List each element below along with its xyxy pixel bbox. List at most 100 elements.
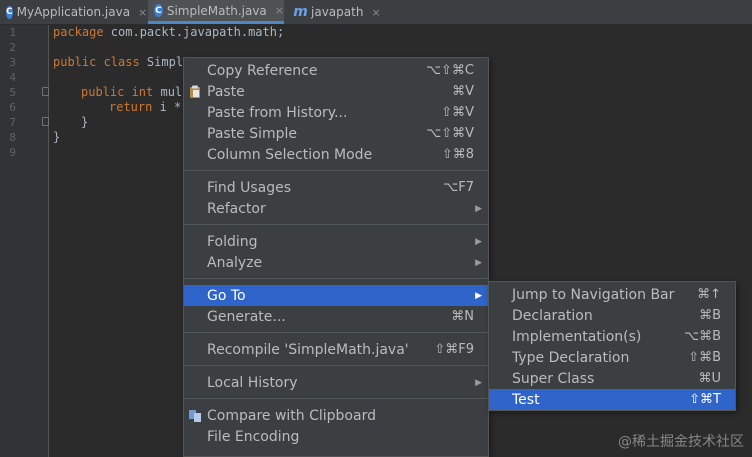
java-class-icon: C bbox=[6, 5, 13, 19]
code-line-6[interactable]: return i * bbox=[109, 100, 181, 114]
menu-item-shortcut: ⌘V bbox=[452, 84, 474, 99]
menu-item-shortcut: ⌘U bbox=[698, 371, 721, 386]
menu-item-refactor[interactable]: Refactor ▶ bbox=[184, 198, 488, 219]
submenu-item-declaration[interactable]: Declaration ⌘B bbox=[489, 305, 735, 326]
menu-separator bbox=[184, 224, 488, 225]
menu-item-label: Analyze bbox=[207, 254, 263, 271]
menu-item-recompile[interactable]: Recompile 'SimpleMath.java' ⇧⌘F9 bbox=[184, 339, 488, 360]
menu-item-label: Paste from History... bbox=[207, 104, 348, 121]
submenu-item-implementations[interactable]: Implementation(s) ⌥⌘B bbox=[489, 326, 735, 347]
menu-item-shortcut: ⇧⌘B bbox=[688, 350, 721, 365]
java-class-icon: C bbox=[154, 4, 163, 17]
code-text: i * bbox=[152, 100, 182, 114]
menu-separator bbox=[184, 398, 488, 399]
menu-item-label: Compare with Clipboard bbox=[207, 407, 376, 424]
menu-item-compare-with-clipboard[interactable]: Compare with Clipboard bbox=[184, 405, 488, 426]
menu-item-shortcut: ⌥F7 bbox=[443, 180, 474, 195]
menu-separator bbox=[184, 278, 488, 279]
menu-item-shortcut: ⌘↑ bbox=[697, 287, 721, 302]
menu-item-label: Paste Simple bbox=[207, 125, 298, 142]
menu-item-find-usages[interactable]: Find Usages ⌥F7 bbox=[184, 177, 488, 198]
close-icon[interactable]: × bbox=[371, 6, 380, 19]
menu-item-label: Local History bbox=[207, 374, 298, 391]
menu-item-label: Test bbox=[512, 391, 540, 408]
tab-simplemath[interactable]: C SimpleMath.java × bbox=[148, 0, 284, 24]
menu-item-label: Implementation(s) bbox=[512, 328, 642, 345]
menu-item-label: Paste bbox=[207, 83, 245, 100]
menu-item-file-encoding[interactable]: File Encoding bbox=[184, 426, 488, 447]
close-icon[interactable]: × bbox=[138, 6, 147, 19]
tab-label: javapath bbox=[311, 5, 364, 19]
fold-marker-icon[interactable] bbox=[42, 117, 49, 126]
line-number: 8 bbox=[9, 131, 16, 144]
menu-item-paste-simple[interactable]: Paste Simple ⌥⇧⌘V bbox=[184, 123, 488, 144]
menu-item-label: Type Declaration bbox=[512, 349, 630, 366]
code-line-3[interactable]: public class Simple bbox=[53, 55, 190, 69]
menu-item-paste-from-history[interactable]: Paste from History... ⇧⌘V bbox=[184, 102, 488, 123]
menu-item-label: Copy Reference bbox=[207, 62, 318, 79]
menu-item-analyze[interactable]: Analyze ▶ bbox=[184, 252, 488, 273]
menu-item-copy-reference[interactable]: Copy Reference ⌥⇧⌘C bbox=[184, 60, 488, 81]
menu-separator bbox=[184, 332, 488, 333]
menu-item-column-selection-mode[interactable]: Column Selection Mode ⇧⌘8 bbox=[184, 144, 488, 165]
menu-separator bbox=[184, 365, 488, 366]
menu-item-label: Refactor bbox=[207, 200, 266, 217]
submenu-arrow-icon: ▶ bbox=[475, 236, 482, 247]
tab-myapplication[interactable]: C MyApplication.java × bbox=[0, 0, 147, 24]
submenu-arrow-icon: ▶ bbox=[475, 290, 482, 301]
code-keyword: public class bbox=[53, 55, 140, 69]
line-number: 6 bbox=[9, 101, 16, 114]
compare-icon bbox=[188, 409, 202, 423]
menu-item-shortcut: ⇧⌘T bbox=[689, 392, 721, 407]
code-keyword: public int bbox=[81, 85, 154, 99]
submenu-arrow-icon: ▶ bbox=[475, 377, 482, 388]
line-number: 3 bbox=[9, 56, 16, 69]
menu-item-shortcut: ⇧⌘F9 bbox=[434, 342, 474, 357]
line-number: 9 bbox=[9, 146, 16, 159]
submenu-item-test[interactable]: Test ⇧⌘T bbox=[489, 389, 735, 410]
editor-gutter: 1 2 3 4 5 6 7 8 9 bbox=[0, 25, 49, 457]
submenu-item-type-declaration[interactable]: Type Declaration ⇧⌘B bbox=[489, 347, 735, 368]
watermark: @稀土掘金技术社区 bbox=[618, 434, 744, 450]
line-number: 5 bbox=[9, 86, 16, 99]
menu-item-label: Declaration bbox=[512, 307, 593, 324]
menu-item-label: File Encoding bbox=[207, 428, 300, 445]
code-line-7[interactable]: } bbox=[81, 115, 88, 129]
close-icon[interactable]: × bbox=[275, 4, 284, 17]
code-line-1[interactable]: package com.packt.javapath.math; bbox=[53, 25, 284, 39]
menu-item-shortcut: ⇧⌘V bbox=[441, 105, 474, 120]
submenu-arrow-icon: ▶ bbox=[475, 257, 482, 268]
menu-item-shortcut: ⇧⌘8 bbox=[441, 147, 474, 162]
menu-item-local-history[interactable]: Local History ▶ bbox=[184, 372, 488, 393]
code-line-5[interactable]: public int mult bbox=[81, 85, 189, 99]
code-text: com.packt.javapath.math; bbox=[103, 25, 285, 39]
menu-separator bbox=[184, 170, 488, 171]
code-line-8[interactable]: } bbox=[53, 130, 60, 144]
menu-item-label: Super Class bbox=[512, 370, 595, 387]
menu-item-shortcut: ⌥⌘B bbox=[684, 329, 721, 344]
menu-item-label: Generate... bbox=[207, 308, 286, 325]
tab-javapath[interactable]: m javapath × bbox=[288, 0, 380, 24]
menu-item-shortcut: ⌘B bbox=[699, 308, 721, 323]
tab-label: SimpleMath.java bbox=[166, 3, 267, 18]
tab-label: MyApplication.java bbox=[16, 5, 131, 19]
submenu-arrow-icon: ▶ bbox=[475, 203, 482, 214]
line-number: 4 bbox=[9, 71, 16, 84]
menu-item-shortcut: ⌥⇧⌘V bbox=[426, 126, 474, 141]
menu-item-go-to[interactable]: Go To ▶ bbox=[184, 285, 488, 306]
menu-item-folding[interactable]: Folding ▶ bbox=[184, 231, 488, 252]
menu-item-label: Recompile 'SimpleMath.java' bbox=[207, 341, 409, 358]
submenu-item-jump-to-navigation-bar[interactable]: Jump to Navigation Bar ⌘↑ bbox=[489, 284, 735, 305]
menu-item-label: Jump to Navigation Bar bbox=[512, 286, 675, 303]
fold-marker-icon[interactable] bbox=[42, 87, 49, 96]
line-number: 1 bbox=[9, 26, 16, 39]
menu-item-shortcut: ⌥⇧⌘C bbox=[426, 63, 474, 78]
menu-item-paste[interactable]: Paste ⌘V bbox=[184, 81, 488, 102]
submenu-item-super-class[interactable]: Super Class ⌘U bbox=[489, 368, 735, 389]
menu-item-label: Go To bbox=[207, 287, 246, 304]
line-number: 7 bbox=[9, 116, 16, 129]
menu-item-label: Column Selection Mode bbox=[207, 146, 373, 163]
menu-item-generate[interactable]: Generate... ⌘N bbox=[184, 306, 488, 327]
editor-tab-bar: C MyApplication.java × C SimpleMath.java… bbox=[0, 0, 752, 25]
line-number: 2 bbox=[9, 41, 16, 54]
